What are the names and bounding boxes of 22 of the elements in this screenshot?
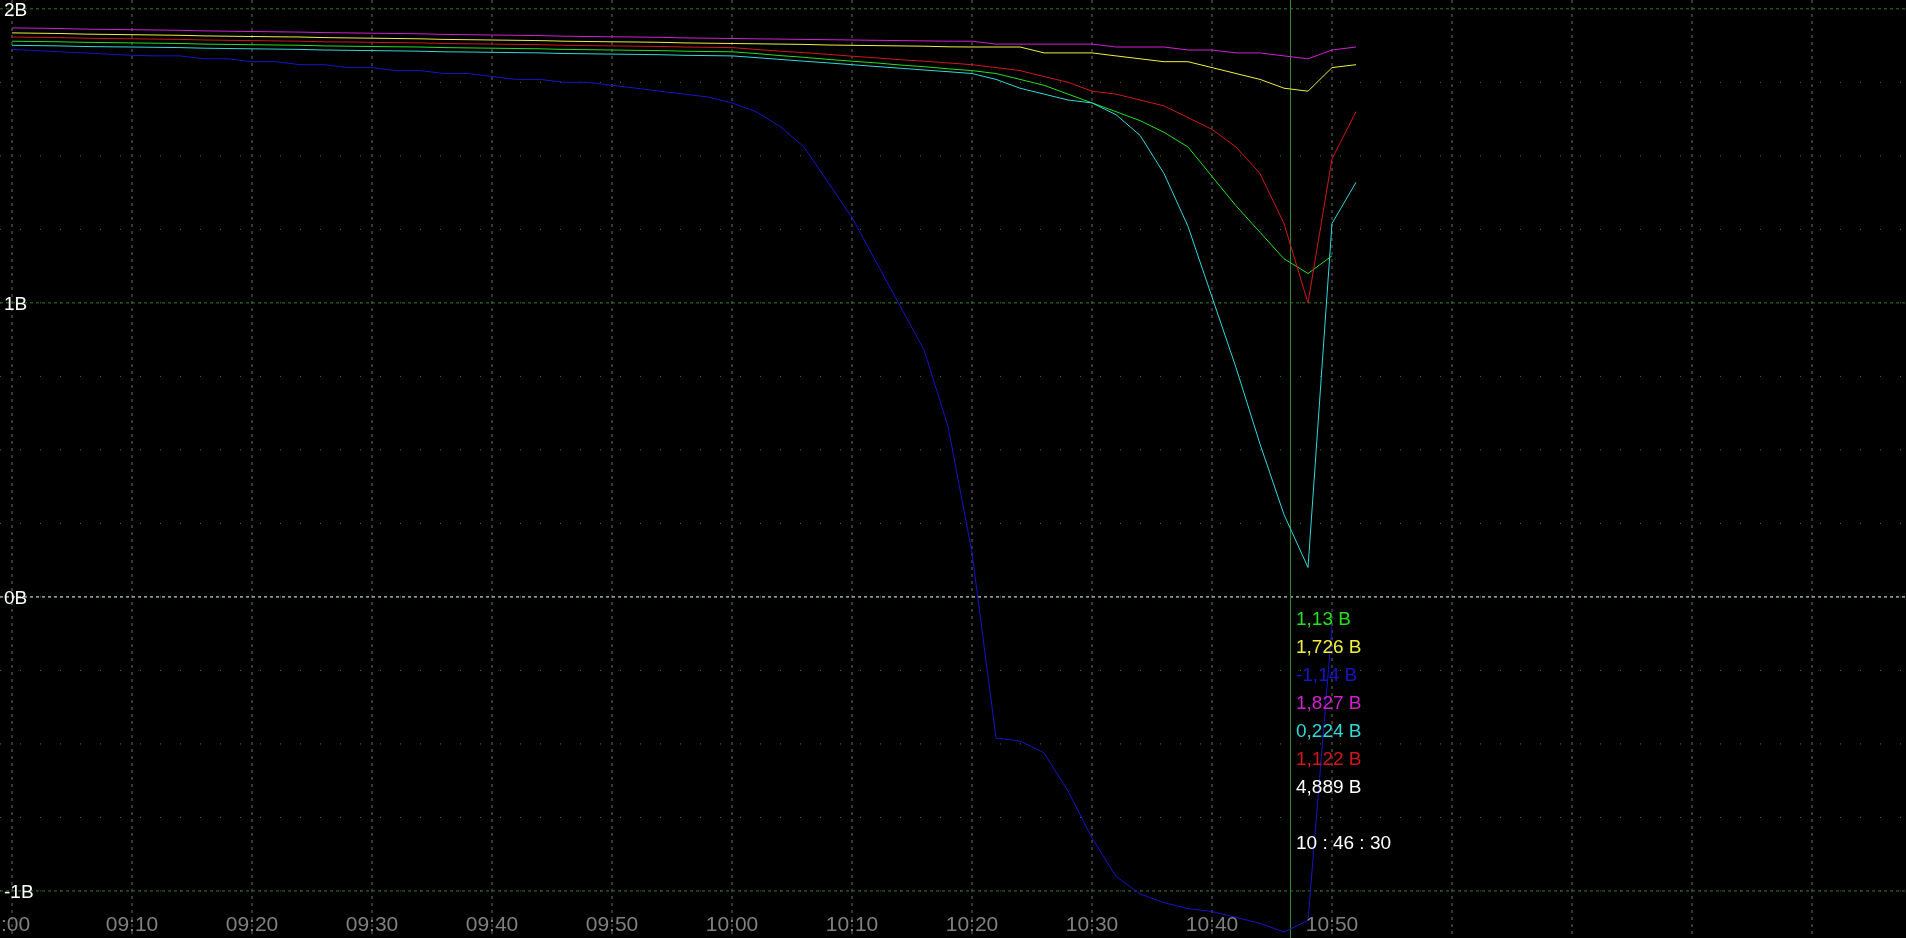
x-axis-label: 09:10 <box>105 912 159 935</box>
x-axis-label: :00 <box>1 912 31 935</box>
x-axis-label: 09:20 <box>225 912 279 935</box>
y-axis-label: -1B <box>4 880 34 902</box>
x-axis-label: 10:30 <box>1065 912 1119 935</box>
readout-value: 4,889 B <box>1296 776 1362 797</box>
x-axis-label: 09:30 <box>345 912 399 935</box>
x-axis-label: 09:50 <box>585 912 639 935</box>
x-axis-label: 09:40 <box>465 912 519 935</box>
cursor-time: 10 : 46 : 30 <box>1296 832 1392 853</box>
readout-value: 1,122 B <box>1296 748 1362 769</box>
readout-value: 1,726 B <box>1296 636 1362 657</box>
x-axis-label: 10:50 <box>1305 912 1359 935</box>
x-axis-label: 10:20 <box>945 912 999 935</box>
x-axis-label: 10:00 <box>705 912 759 935</box>
x-axis-label: 10:40 <box>1185 912 1239 935</box>
y-axis-label: 2B <box>4 0 28 20</box>
readout-value: 1,827 B <box>1296 692 1362 713</box>
x-axis-label: 10:10 <box>825 912 879 935</box>
y-axis-label: 1B <box>4 292 28 314</box>
y-axis-label: 0B <box>4 586 28 608</box>
readout-value: 1,13 B <box>1296 608 1351 629</box>
